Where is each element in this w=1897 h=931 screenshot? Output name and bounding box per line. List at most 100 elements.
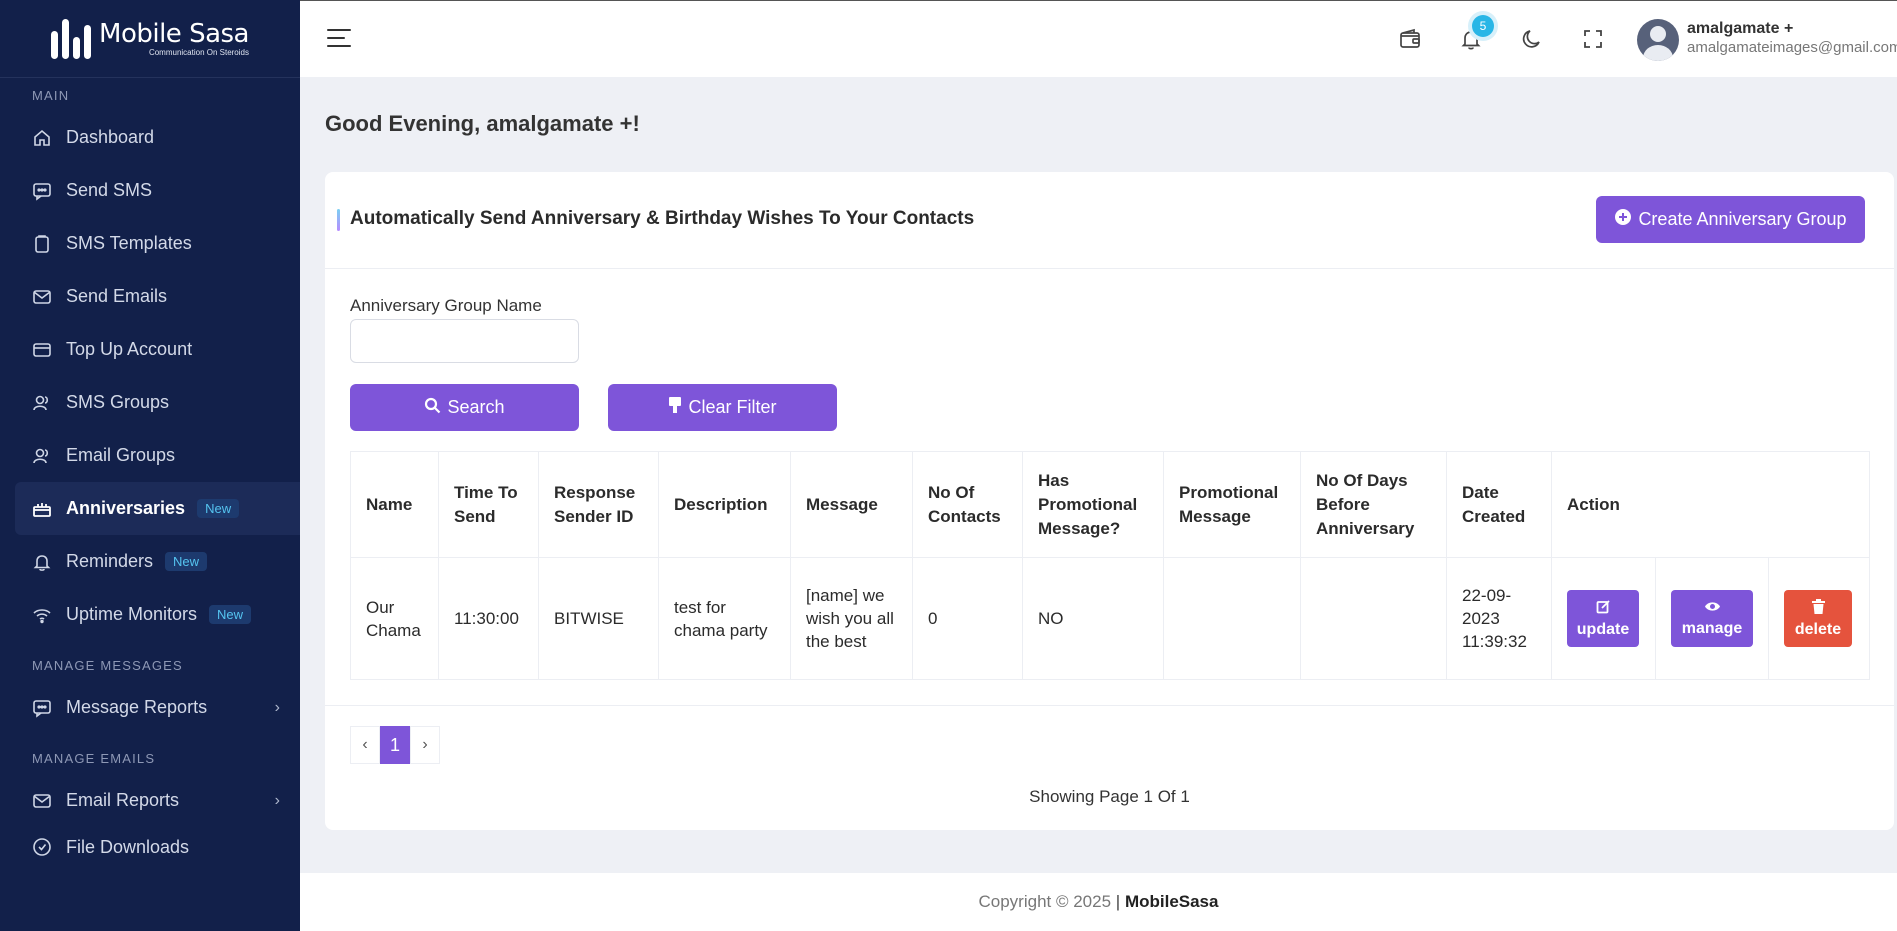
anniversary-table: Name Time To Send Response Sender ID Des… xyxy=(350,451,1870,680)
sidebar-item-label: Email Reports xyxy=(66,790,180,810)
user-name[interactable]: amalgamate + xyxy=(1687,20,1793,38)
sidebar-item-anniversaries[interactable]: Anniversaries New xyxy=(15,482,300,535)
message-icon xyxy=(32,181,52,201)
cell-promo-message xyxy=(1163,557,1301,680)
message-icon xyxy=(32,698,52,718)
download-icon xyxy=(32,837,52,857)
sidebar-item-send-emails[interactable]: Send Emails xyxy=(0,270,300,323)
logo-icon xyxy=(51,18,92,59)
cell-action-update: update xyxy=(1551,557,1656,680)
page-footer: Copyright © 2025 | MobileSasa xyxy=(300,873,1897,931)
cell-contacts: 0 xyxy=(912,557,1023,680)
column-header: No Of Days Before Anniversary xyxy=(1300,451,1447,558)
cell-date-created: 22-09-2023 11:39:32 xyxy=(1446,557,1552,680)
new-badge: New xyxy=(197,499,240,518)
chevron-right-icon: › xyxy=(274,698,280,716)
brand-name: Mobile Sasa xyxy=(99,19,249,49)
wallet-icon[interactable] xyxy=(1396,25,1424,53)
trash-icon xyxy=(1811,598,1825,619)
brand-tagline: Communication On Steroids xyxy=(148,48,249,57)
sidebar-item-file-downloads[interactable]: File Downloads xyxy=(0,827,300,867)
menu-toggle-icon[interactable] xyxy=(327,29,351,49)
sidebar-item-label: Email Groups xyxy=(66,445,176,465)
nav-section-manage-messages: MANAGE MESSAGES xyxy=(32,658,183,673)
card-footer-divider xyxy=(325,705,1894,706)
sidebar-item-reminders[interactable]: Reminders New xyxy=(0,535,300,588)
sidebar-item-sms-groups[interactable]: SMS Groups xyxy=(0,376,300,429)
brand-logo[interactable]: Mobile Sasa Communication On Steroids xyxy=(0,0,300,78)
page-info: Showing Page 1 Of 1 xyxy=(1029,787,1190,806)
chevron-right-icon: › xyxy=(274,791,280,809)
fullscreen-icon[interactable] xyxy=(1579,25,1607,53)
sidebar-item-label: Message Reports xyxy=(66,697,208,717)
sidebar-item-label: Reminders xyxy=(66,551,154,571)
edit-icon xyxy=(1596,599,1611,619)
anniversary-group-name-input[interactable] xyxy=(350,319,579,363)
column-header: No Of Contacts xyxy=(912,451,1023,558)
sidebar-item-label: Dashboard xyxy=(66,127,155,147)
card-header: Automatically Send Anniversary & Birthda… xyxy=(325,172,1894,269)
create-anniversary-group-button[interactable]: Create Anniversary Group xyxy=(1596,196,1865,243)
footer-separator: | xyxy=(1115,892,1121,911)
column-header: Promotional Message xyxy=(1163,451,1301,558)
delete-button[interactable]: delete xyxy=(1784,590,1852,647)
column-header: Response Sender ID xyxy=(538,451,659,558)
sidebar-item-label: SMS Groups xyxy=(66,392,170,412)
sidebar-item-top-up[interactable]: Top Up Account xyxy=(0,323,300,376)
search-icon xyxy=(424,397,441,419)
cell-time: 11:30:00 xyxy=(438,557,539,680)
clipboard-icon xyxy=(32,234,52,254)
cell-action-delete: delete xyxy=(1768,557,1870,680)
page-greeting: Good Evening, amalgamate +! xyxy=(325,111,640,136)
column-header: Has Promotional Message? xyxy=(1022,451,1164,558)
bell-icon xyxy=(32,552,52,572)
sidebar-item-sms-templates[interactable]: SMS Templates xyxy=(0,217,300,270)
eye-icon xyxy=(1704,600,1721,618)
mail-icon xyxy=(32,287,52,307)
copyright-text: Copyright © 2025 xyxy=(978,892,1112,911)
notification-count-badge: 5 xyxy=(1472,15,1494,37)
home-icon xyxy=(32,128,52,148)
cell-has-promo: NO xyxy=(1022,557,1164,680)
column-header: Name xyxy=(350,451,439,558)
cell-name: Our Chama xyxy=(350,557,439,680)
user-email: amalgamateimages@gmail.com xyxy=(1687,39,1897,56)
cell-days-before xyxy=(1300,557,1447,680)
footer-brand[interactable]: MobileSasa xyxy=(1125,892,1219,911)
prev-page-button[interactable]: ‹ xyxy=(350,726,380,764)
users-icon xyxy=(32,393,52,413)
avatar[interactable] xyxy=(1637,19,1679,61)
manage-button[interactable]: manage xyxy=(1671,590,1753,647)
sidebar-item-message-reports[interactable]: Message Reports › xyxy=(0,681,300,734)
pagination: ‹ 1 › xyxy=(350,726,440,764)
plus-circle-icon xyxy=(1614,208,1632,231)
sidebar-item-label: SMS Templates xyxy=(66,233,192,253)
broom-icon xyxy=(668,396,682,419)
sidebar-item-uptime-monitors[interactable]: Uptime Monitors New xyxy=(0,588,300,641)
manage-label: manage xyxy=(1681,619,1743,637)
card-title: Automatically Send Anniversary & Birthda… xyxy=(350,208,975,229)
next-page-button[interactable]: › xyxy=(410,726,440,764)
card-icon xyxy=(32,340,52,360)
filter-label: Anniversary Group Name xyxy=(350,296,542,315)
search-button-label: Search xyxy=(447,397,505,417)
new-badge: New xyxy=(209,605,252,624)
sidebar-item-email-groups[interactable]: Email Groups xyxy=(0,429,300,482)
update-button[interactable]: update xyxy=(1567,590,1639,647)
clear-filter-button[interactable]: Clear Filter xyxy=(608,384,837,431)
page-1-button[interactable]: 1 xyxy=(380,726,410,764)
nav-section-manage-emails: MANAGE EMAILS xyxy=(32,751,156,766)
sidebar-item-email-reports[interactable]: Email Reports › xyxy=(0,774,300,827)
sidebar-item-label: File Downloads xyxy=(66,836,190,857)
top-header: 5 amalgamate + amalgamateimages@gmail.co… xyxy=(300,0,1897,77)
sidebar-item-dashboard[interactable]: Dashboard xyxy=(0,111,300,164)
gift-icon xyxy=(32,499,52,519)
sidebar-item-send-sms[interactable]: Send SMS xyxy=(0,164,300,217)
column-header: Message xyxy=(790,451,913,558)
moon-icon[interactable] xyxy=(1518,25,1546,53)
users-icon xyxy=(32,446,52,466)
delete-label: delete xyxy=(1794,620,1842,638)
search-button[interactable]: Search xyxy=(350,384,579,431)
title-accent-bar xyxy=(337,209,340,231)
column-header: Time To Send xyxy=(438,451,539,558)
